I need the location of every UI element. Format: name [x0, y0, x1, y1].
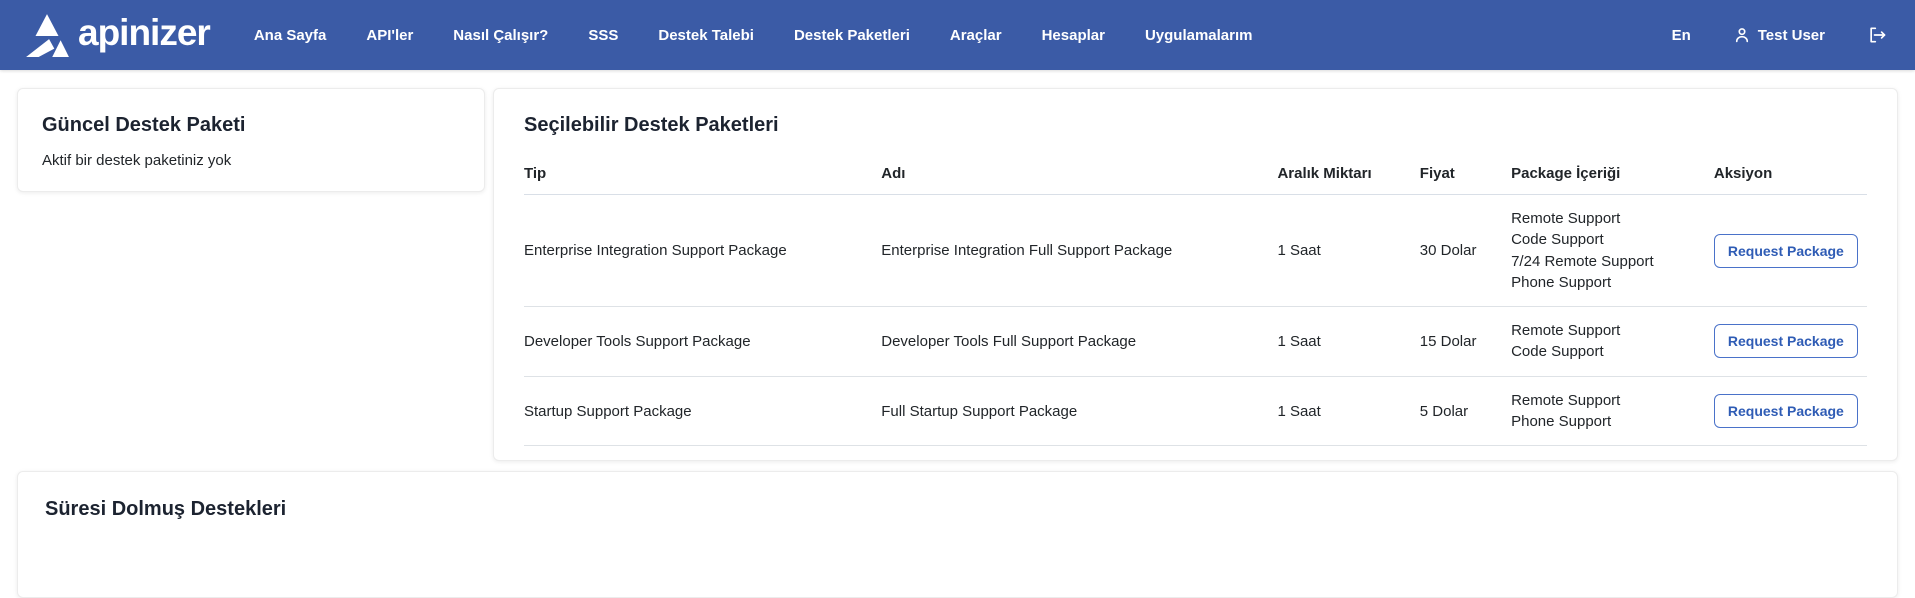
nav-item-uygulamalarim[interactable]: Uygulamalarım: [1145, 27, 1253, 44]
nav-item-sss[interactable]: SSS: [588, 27, 618, 44]
package-row: Enterprise Integration Support Package E…: [524, 195, 1867, 307]
package-name-cell: Full Startup Support Package: [881, 376, 1277, 446]
expired-supports-card: Süresi Dolmuş Destekleri: [17, 471, 1898, 598]
package-interval-cell: 1 Saat: [1277, 376, 1419, 446]
column-header-aksiyon: Aksiyon: [1714, 157, 1867, 195]
package-action-cell: Request Package: [1714, 195, 1867, 307]
package-content-line: Remote Support: [1511, 208, 1706, 229]
selectable-packages-title: Seçilebilir Destek Paketleri: [524, 113, 1867, 137]
package-content-line: Code Support: [1511, 229, 1706, 250]
package-type-cell: Enterprise Integration Support Package: [524, 195, 881, 307]
packages-table-body: Enterprise Integration Support Package E…: [524, 195, 1867, 446]
package-content-line: Phone Support: [1511, 411, 1706, 432]
nav-item-araclar[interactable]: Araçlar: [950, 27, 1002, 44]
nav-item-destek-paketleri[interactable]: Destek Paketleri: [794, 27, 910, 44]
request-package-button[interactable]: Request Package: [1714, 234, 1858, 268]
package-content-line: Code Support: [1511, 341, 1706, 362]
package-type-cell: Startup Support Package: [524, 376, 881, 446]
nav-item-ana-sayfa[interactable]: Ana Sayfa: [254, 27, 327, 44]
package-interval-cell: 1 Saat: [1277, 307, 1419, 377]
logout-icon: [1867, 25, 1887, 45]
column-header-fiyat: Fiyat: [1420, 157, 1511, 195]
nav-item-hesaplar[interactable]: Hesaplar: [1042, 27, 1105, 44]
column-header-tip: Tip: [524, 157, 881, 195]
nav-menu: Ana Sayfa API'ler Nasıl Çalışır? SSS Destek …: [254, 27, 1253, 44]
user-icon: [1733, 26, 1751, 44]
request-package-button[interactable]: Request Package: [1714, 394, 1858, 428]
package-contents-cell: Remote SupportPhone Support: [1511, 376, 1714, 446]
current-package-card: Güncel Destek Paketi Aktif bir destek pa…: [17, 88, 485, 192]
package-action-cell: Request Package: [1714, 376, 1867, 446]
packages-table: TipAdıAralık MiktarıFiyatPackage İçeriği…: [524, 157, 1867, 446]
column-header-aralik-miktari: Aralık Miktarı: [1277, 157, 1419, 195]
package-contents-cell: Remote SupportCode Support7/24 Remote Su…: [1511, 195, 1714, 307]
current-package-title: Güncel Destek Paketi: [42, 113, 460, 137]
language-switcher[interactable]: En: [1672, 27, 1691, 44]
apinizer-logo-icon: [24, 12, 70, 58]
package-row: Developer Tools Support Package Develope…: [524, 307, 1867, 377]
packages-table-header-row: TipAdıAralık MiktarıFiyatPackage İçeriği…: [524, 157, 1867, 195]
top-navbar: apinizer Ana Sayfa API'ler Nasıl Çalışır? S…: [0, 0, 1915, 70]
nav-item-destek-talebi[interactable]: Destek Talebi: [658, 27, 754, 44]
nav-item-api-ler[interactable]: API'ler: [366, 27, 413, 44]
package-interval-cell: 1 Saat: [1277, 195, 1419, 307]
user-menu[interactable]: Test User: [1733, 26, 1825, 44]
user-name: Test User: [1758, 27, 1825, 44]
current-package-empty-text: Aktif bir destek paketiniz yok: [42, 152, 460, 169]
request-package-button[interactable]: Request Package: [1714, 324, 1858, 358]
package-name-cell: Developer Tools Full Support Package: [881, 307, 1277, 377]
package-price-cell: 30 Dolar: [1420, 195, 1511, 307]
brand-logo[interactable]: apinizer: [24, 12, 210, 58]
package-content-line: Remote Support: [1511, 390, 1706, 411]
column-header-adi: Adı: [881, 157, 1277, 195]
package-price-cell: 15 Dolar: [1420, 307, 1511, 377]
nav-item-nasil-calisir[interactable]: Nasıl Çalışır?: [453, 27, 548, 44]
package-content-line: Remote Support: [1511, 320, 1706, 341]
navbar-right: En Test User: [1672, 25, 1887, 45]
package-content-line: 7/24 Remote Support: [1511, 251, 1706, 272]
brand-name: apinizer: [78, 14, 210, 57]
expired-supports-title: Süresi Dolmuş Destekleri: [45, 497, 1870, 521]
package-content-line: Phone Support: [1511, 272, 1706, 293]
selectable-packages-card: Seçilebilir Destek Paketleri TipAdıAralı…: [493, 88, 1898, 461]
page-content: Güncel Destek Paketi Aktif bir destek pa…: [0, 70, 1915, 598]
package-action-cell: Request Package: [1714, 307, 1867, 377]
column-header-package-i-cerigi: Package İçeriği: [1511, 157, 1714, 195]
package-name-cell: Enterprise Integration Full Support Pack…: [881, 195, 1277, 307]
package-row: Startup Support Package Full Startup Sup…: [524, 376, 1867, 446]
package-price-cell: 5 Dolar: [1420, 376, 1511, 446]
logout-button[interactable]: [1867, 25, 1887, 45]
package-contents-cell: Remote SupportCode Support: [1511, 307, 1714, 377]
package-type-cell: Developer Tools Support Package: [524, 307, 881, 377]
